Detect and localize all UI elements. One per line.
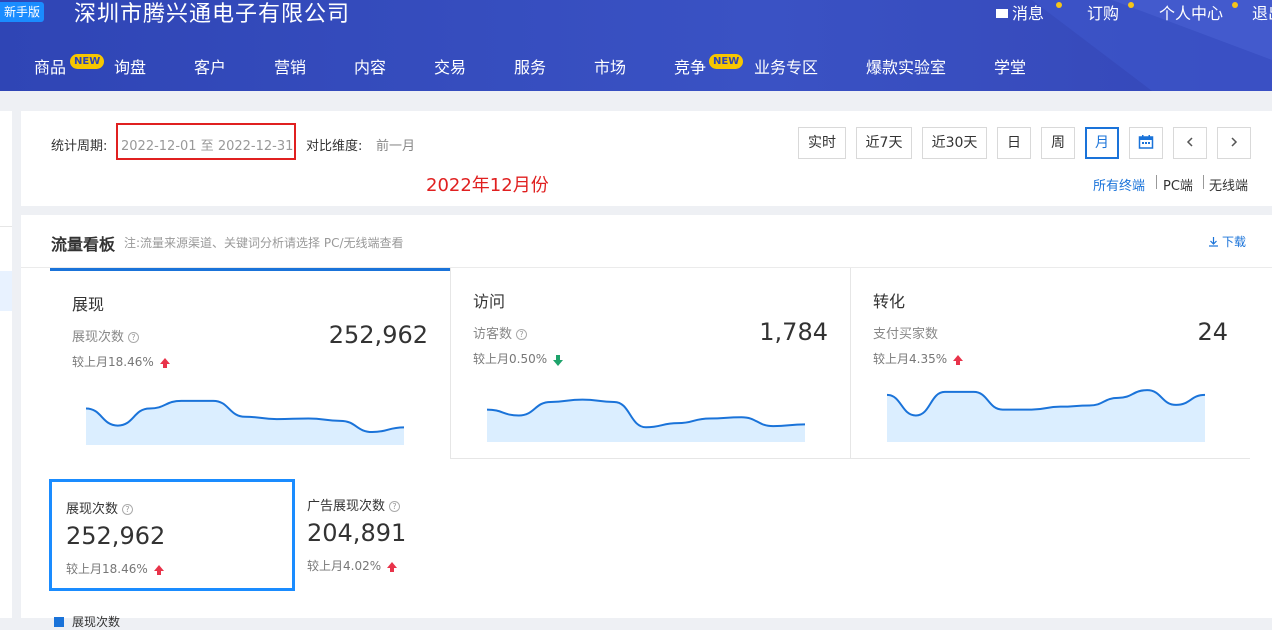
period-value[interactable]: 2022-12-01 至 2022-12-31: [121, 135, 293, 154]
nav-item-content[interactable]: 内容: [354, 54, 386, 78]
sub-metric-compare: 较上月18.46%: [66, 560, 164, 577]
legend-swatch: [54, 617, 64, 627]
new-badge: NEW: [70, 54, 105, 69]
terminal-wireless[interactable]: 无线端: [1209, 175, 1248, 194]
terminal-all[interactable]: 所有终端: [1093, 175, 1145, 194]
metric-value: 1,784: [759, 318, 828, 346]
realtime-button[interactable]: 实时: [798, 127, 846, 159]
calendar-button[interactable]: [1129, 127, 1163, 159]
compare-value[interactable]: 前一月: [376, 135, 415, 154]
metric-name: 支付买家数: [873, 327, 939, 342]
sub-metric-ad-impressions[interactable]: 广告展现次数? 204,891 较上月4.02%: [293, 479, 493, 591]
nav-item-products[interactable]: 商品: [34, 54, 66, 78]
sub-metric-value: 204,891: [307, 519, 407, 547]
prev-period-button[interactable]: [1173, 127, 1207, 159]
message-link[interactable]: 消息: [996, 0, 1044, 24]
filter-panel: 统计周期: 2022-12-01 至 2022-12-31 对比维度: 前一月 …: [21, 111, 1272, 206]
separator: [1156, 175, 1157, 189]
sub-metric-compare: 较上月4.02%: [307, 557, 398, 574]
download-button[interactable]: 下载: [1208, 233, 1246, 250]
card-title: 转化: [873, 292, 906, 311]
nav-item-competition[interactable]: 竞争: [674, 54, 706, 78]
nav-item-marketing[interactable]: 营销: [274, 54, 306, 78]
metric-compare: 较上月4.35%: [873, 350, 964, 367]
chevron-right-icon: [1231, 137, 1238, 147]
arrow-up-icon: [387, 562, 398, 572]
sub-metric-impressions[interactable]: 展现次数? 252,962 较上月18.46%: [49, 479, 295, 591]
chart-legend: 展现次数: [54, 613, 120, 630]
order-link[interactable]: 订购: [1087, 0, 1119, 24]
download-icon: [1208, 237, 1218, 247]
help-icon[interactable]: ?: [128, 332, 140, 343]
nav-item-hot-lab[interactable]: 爆款实验室: [866, 54, 946, 78]
terminal-pc[interactable]: PC端: [1163, 175, 1193, 194]
logout-link[interactable]: 退出: [1252, 0, 1272, 24]
notice-dot: [1232, 2, 1238, 8]
new-badge: NEW: [709, 54, 744, 69]
arrow-up-icon: [153, 565, 164, 575]
metric-value: 24: [1197, 318, 1228, 346]
sidebar-selected-item[interactable]: [0, 271, 12, 311]
nav-item-trade[interactable]: 交易: [434, 54, 466, 78]
sub-metric-name: 展现次数?: [66, 498, 134, 517]
nav-item-academy[interactable]: 学堂: [994, 54, 1026, 78]
new-version-badge[interactable]: 新手版: [0, 2, 45, 22]
traffic-board: 流量看板 注:流量来源渠道、关键词分析请选择 PC/无线端查看 下载 展现 展现…: [21, 215, 1272, 629]
sub-metric-name: 广告展现次数?: [307, 495, 401, 514]
last-30-days-button[interactable]: 近30天: [922, 127, 987, 159]
mail-icon: [996, 9, 1008, 18]
next-period-button[interactable]: [1217, 127, 1251, 159]
nav-item-customers[interactable]: 客户: [194, 54, 226, 78]
calendar-icon: [1138, 135, 1154, 149]
card-title: 访问: [473, 292, 506, 311]
board-title: 流量看板: [51, 235, 116, 254]
impressions-card[interactable]: 展现 展现次数? 252,962 较上月18.46%: [50, 268, 450, 459]
message-label: 消息: [1012, 4, 1045, 23]
visits-sparkline: [487, 398, 805, 442]
arrow-up-icon: [953, 355, 964, 365]
board-note: 注:流量来源渠道、关键词分析请选择 PC/无线端查看: [124, 236, 404, 250]
nav-item-inquiries[interactable]: 询盘: [114, 54, 146, 78]
download-label: 下载: [1221, 235, 1246, 249]
compare-label: 对比维度:: [306, 139, 363, 154]
metric-name: 访客数?: [473, 323, 528, 342]
sidebar: [0, 111, 12, 618]
sub-metric-value: 252,962: [66, 522, 166, 550]
notice-dot: [1128, 2, 1134, 8]
conversion-card[interactable]: 转化 支付买家数 24 较上月4.35%: [850, 268, 1250, 459]
chevron-left-icon: [1186, 137, 1193, 147]
nav-item-market[interactable]: 市场: [594, 54, 626, 78]
day-button[interactable]: 日: [997, 127, 1031, 159]
visits-card[interactable]: 访问 访客数? 1,784 较上月0.50%: [450, 268, 850, 459]
metric-name: 展现次数?: [72, 326, 140, 345]
help-icon[interactable]: ?: [389, 501, 401, 512]
nav-item-service[interactable]: 服务: [514, 54, 546, 78]
month-annotation: 2022年12月份: [426, 175, 549, 196]
main-nav: 商品 NEW 询盘 客户 营销 内容 交易 服务 市场 竞争 NEW 业务专区 …: [0, 50, 1272, 82]
profile-link[interactable]: 个人中心: [1159, 0, 1223, 24]
top-header: 新手版 深圳市腾兴通电子有限公司 消息 订购 个人中心 退出 商品 NEW 询盘…: [0, 0, 1272, 91]
company-name: 深圳市腾兴通电子有限公司: [74, 2, 351, 27]
metric-value: 252,962: [328, 321, 428, 349]
sparkline-area: [86, 400, 404, 445]
month-button[interactable]: 月: [1085, 127, 1119, 159]
help-icon[interactable]: ?: [516, 329, 528, 340]
sidebar-divider: [0, 226, 12, 227]
card-title: 展现: [72, 295, 105, 314]
last-7-days-button[interactable]: 近7天: [856, 127, 912, 159]
arrow-down-icon: [553, 355, 564, 366]
arrow-up-icon: [159, 358, 170, 368]
notice-dot: [1056, 2, 1062, 8]
separator: [1203, 175, 1204, 189]
metric-compare: 较上月0.50%: [473, 350, 564, 367]
help-icon[interactable]: ?: [122, 504, 134, 515]
period-label: 统计周期:: [51, 139, 108, 154]
impressions-sparkline: [86, 399, 404, 445]
nav-item-business-zone[interactable]: 业务专区: [754, 54, 818, 78]
week-button[interactable]: 周: [1041, 127, 1075, 159]
metric-compare: 较上月18.46%: [72, 353, 170, 370]
conversion-sparkline: [887, 389, 1205, 442]
